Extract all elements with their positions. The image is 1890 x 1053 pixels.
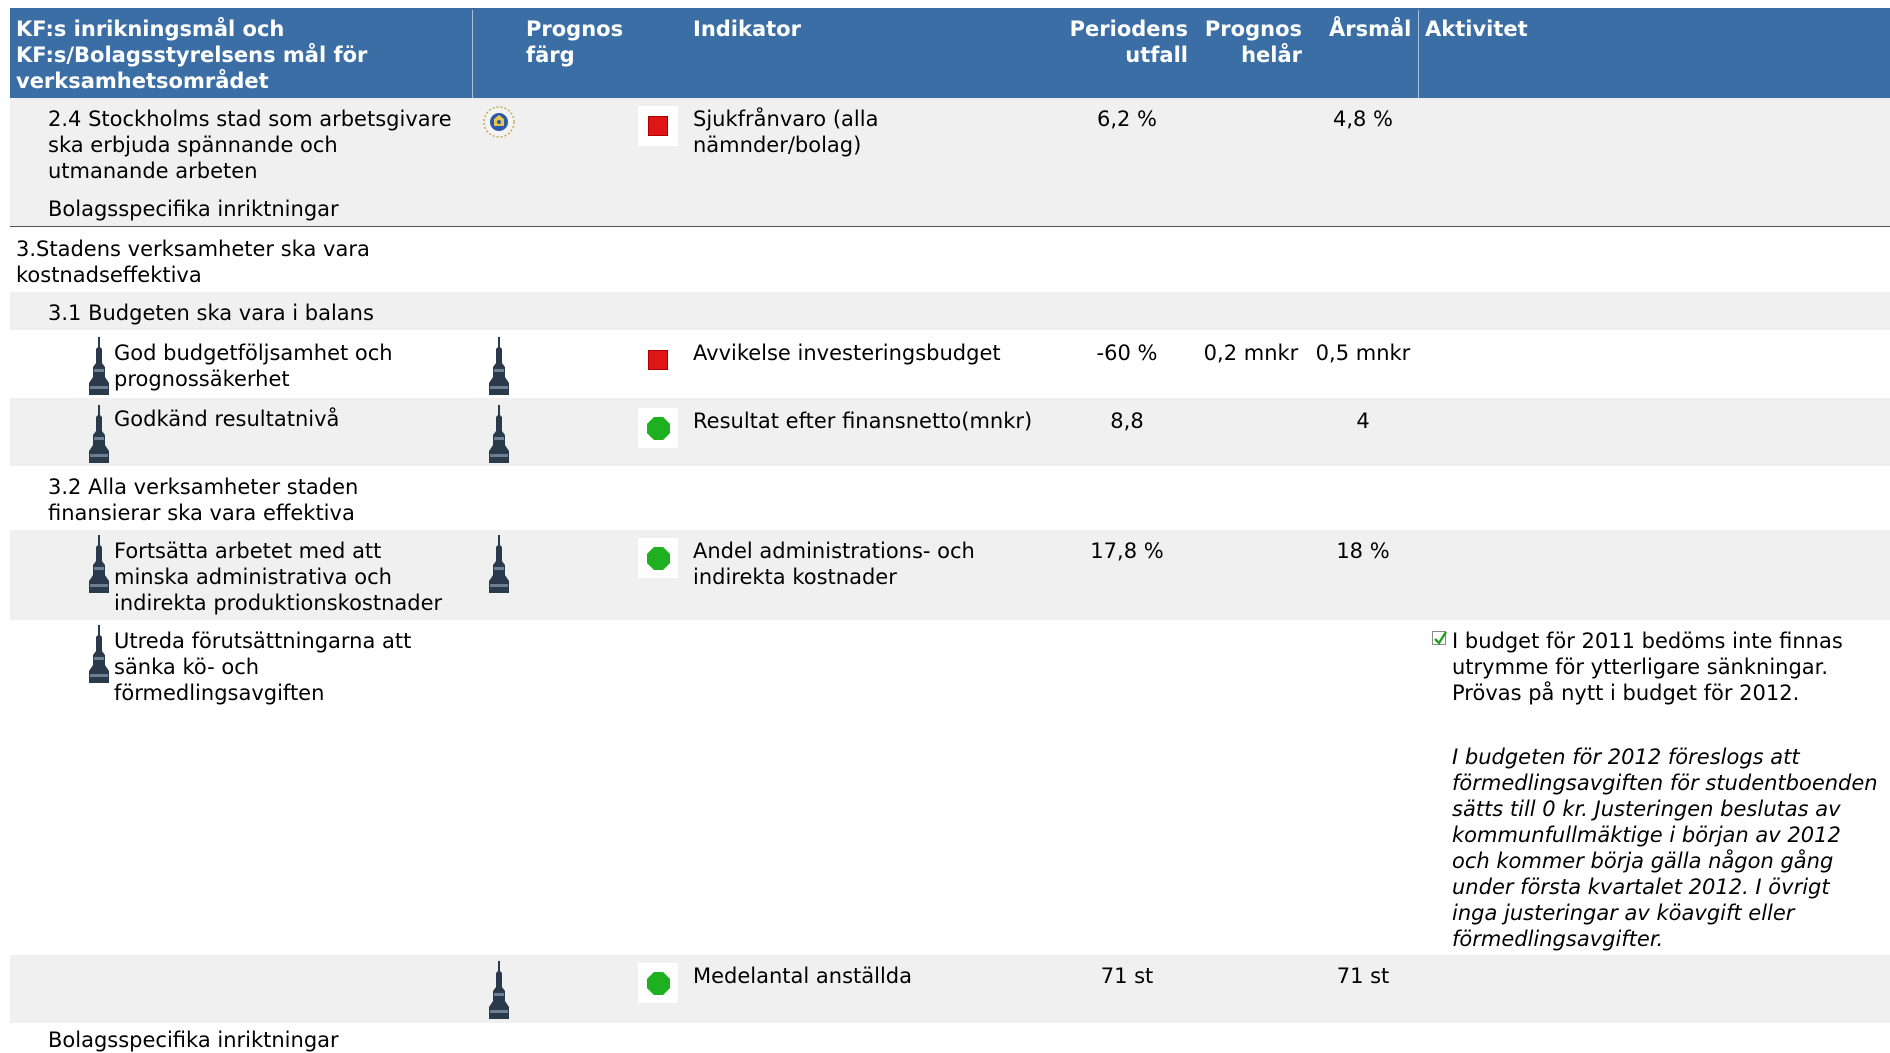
period-outcome: 6,2 % — [1096, 107, 1158, 131]
goal-text: 2.4 Stockholms stad som arbetsgivare ska… — [48, 107, 452, 183]
header-divider — [1418, 10, 1419, 98]
period-outcome: 71 st — [1100, 964, 1154, 988]
annual-target: 71 st — [1336, 964, 1390, 988]
checkbox-checked-icon — [1432, 631, 1447, 645]
header-annual-target: Årsmål — [1329, 17, 1412, 41]
annual-target: 4 — [1356, 409, 1370, 433]
section-label: Bolagsspecifika inriktningar — [48, 1028, 339, 1052]
section-divider — [10, 226, 1890, 227]
tower-owner-icon — [84, 337, 114, 395]
header-divider — [472, 10, 473, 98]
annual-target: 18 % — [1336, 539, 1390, 563]
goal-text: Godkänd resultatnivå — [114, 407, 340, 431]
indicator-text: Resultat efter finansnetto(mnkr) — [693, 409, 1033, 433]
green-octagon-status-icon — [638, 963, 678, 1003]
tower-owner-icon — [84, 625, 114, 683]
goal-text: Utreda förutsättningarna att sänka kö- o… — [114, 629, 412, 705]
annual-target: 4,8 % — [1332, 107, 1394, 131]
indicator-text: Medelantal anställda — [693, 964, 913, 988]
subgoal-heading: 3.2 Alla verksamheter staden finansierar… — [48, 475, 359, 525]
period-outcome: 8,8 — [1110, 409, 1144, 433]
goal-text: Fortsätta arbetet med att minska adminis… — [114, 539, 443, 615]
subgoal-heading: 3.1 Budgeten ska vara i balans — [48, 301, 374, 325]
header-period-outcome: Periodens utfall — [1069, 17, 1188, 67]
header-activity: Aktivitet — [1425, 17, 1528, 41]
stockholm-city-seal-icon — [481, 104, 517, 140]
tower-owner-icon — [484, 337, 514, 395]
header-forecast-color: Prognos färg — [526, 17, 624, 67]
table-row — [10, 955, 1890, 1023]
tower-owner-icon — [484, 535, 514, 593]
header-indicator: Indikator — [693, 17, 801, 41]
activity-comment: I budgeten för 2012 föreslogs att förmed… — [1452, 745, 1878, 951]
forecast-year: 0,2 mnkr — [1203, 341, 1299, 365]
section-label: Bolagsspecifika inriktningar — [48, 197, 339, 221]
green-octagon-status-icon — [638, 538, 678, 578]
header-forecast-year: Prognos helår — [1204, 17, 1302, 67]
goal-heading: 3.Stadens verksamheter ska vara kostnads… — [16, 237, 370, 287]
indicator-text: Andel administrations- och indirekta kos… — [693, 539, 975, 589]
activity-text: I budget för 2011 bedöms inte finnas utr… — [1452, 629, 1843, 705]
report-table: KF:s inrikningsmål och KF:s/Bolagsstyrel… — [0, 0, 1890, 1052]
period-outcome: 17,8 % — [1090, 539, 1164, 563]
annual-target: 0,5 mnkr — [1315, 341, 1411, 365]
tower-owner-icon — [84, 535, 114, 593]
indicator-text: Sjukfrånvaro (alla nämnder/bolag) — [693, 107, 879, 157]
header-goal: KF:s inrikningsmål och KF:s/Bolagsstyrel… — [16, 17, 368, 93]
red-square-status-icon — [638, 106, 678, 146]
tower-owner-icon — [84, 405, 114, 463]
indicator-text: Avvikelse investeringsbudget — [693, 341, 1001, 365]
tower-owner-icon — [484, 961, 514, 1019]
tower-owner-icon — [484, 405, 514, 463]
green-octagon-status-icon — [638, 408, 678, 448]
red-square-status-icon — [638, 340, 678, 380]
period-outcome: -60 % — [1096, 341, 1158, 365]
goal-text: God budgetföljsamhet och prognossäkerhet — [114, 341, 393, 391]
